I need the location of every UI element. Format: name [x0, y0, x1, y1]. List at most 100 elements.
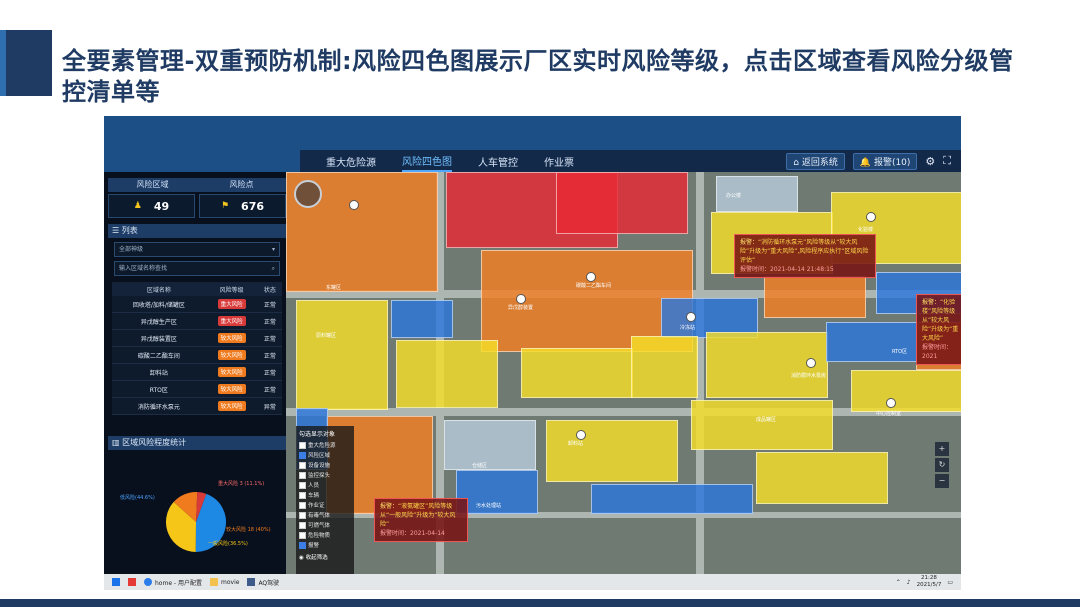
- stats-values: ♟ 49 ⚑ 676: [108, 194, 286, 218]
- layer-label: 人员: [308, 483, 320, 489]
- layer-checkbox[interactable]: [299, 441, 306, 449]
- gear-icon[interactable]: ⚙: [925, 155, 935, 168]
- risk-zone-yellow[interactable]: [396, 340, 498, 408]
- map-pin[interactable]: [866, 212, 876, 222]
- risk-zone-yellow[interactable]: [546, 420, 678, 482]
- col-risk-level[interactable]: 风险等级: [205, 282, 258, 296]
- risk-badge: 较大风险: [217, 333, 246, 343]
- taskbar-app[interactable]: home - 用户配置: [144, 578, 202, 587]
- return-system-button[interactable]: ⌂ 返回系统: [786, 152, 845, 170]
- table-row[interactable]: 碳酸二乙酯车间 较大风险 正常: [112, 346, 282, 364]
- map-pin[interactable]: [576, 430, 586, 440]
- notification-icon[interactable]: ▭: [947, 579, 953, 586]
- fullscreen-icon[interactable]: ⛶: [943, 154, 951, 168]
- layer-label: 可燃气体: [308, 523, 331, 529]
- risk-zone-yellow[interactable]: [851, 370, 961, 412]
- risk-zone-yellow[interactable]: [521, 348, 633, 398]
- zoom-in-icon[interactable]: +: [935, 442, 949, 456]
- layer-checkbox[interactable]: [299, 451, 306, 459]
- collapse-filter-button[interactable]: ◉ 收起筛选: [299, 553, 351, 561]
- layer-checkbox[interactable]: [299, 481, 306, 489]
- risk-zone-orange[interactable]: [764, 276, 866, 318]
- layer-item[interactable]: 危险物质: [299, 530, 351, 540]
- map-pin[interactable]: [516, 294, 526, 304]
- nav-risk-map[interactable]: 风险四色图: [402, 151, 452, 172]
- taskbar-app[interactable]: [128, 578, 136, 586]
- layer-item[interactable]: 可燃气体: [299, 520, 351, 530]
- nav-work-permit[interactable]: 作业票: [544, 152, 574, 171]
- map-pin[interactable]: [886, 398, 896, 408]
- folder-icon: [210, 578, 218, 586]
- table-row[interactable]: 异戊醇生产区 重大风险 正常: [112, 312, 282, 330]
- layer-label: 危险物质: [308, 533, 331, 539]
- risk-badge: 较大风险: [217, 350, 246, 360]
- zoom-out-icon[interactable]: −: [935, 474, 949, 488]
- taskbar-app[interactable]: AQ驾驶: [247, 578, 279, 587]
- level-select[interactable]: 全部神级 ▾: [114, 242, 280, 257]
- layer-item[interactable]: 车辆: [299, 490, 351, 500]
- nav-major-hazard[interactable]: 重大危险源: [326, 152, 376, 171]
- layer-item[interactable]: 有毒气体: [299, 510, 351, 520]
- risk-four-color-map[interactable]: 东罐区 异戊醇装置 碳酸二乙酯车间 消防循环水泵房 化验楼 冷冻站 RTO区 中…: [286, 172, 961, 574]
- compass-icon[interactable]: [294, 180, 322, 208]
- table-row[interactable]: RTO区 较大风险 正常: [112, 380, 282, 398]
- area-search-input[interactable]: 输入区域名称查找 ⌕: [114, 261, 280, 276]
- risk-zone-gray[interactable]: [444, 420, 536, 470]
- layer-label: 监控探头: [308, 473, 331, 479]
- top-nav: 重大危险源 风险四色图 人车管控 作业票 ⌂ 返回系统 🔔 报警(10) ⚙ ⛶: [300, 150, 961, 173]
- alarm-popup[interactable]: 报警：“液氨罐区”风险等级从“一般风险”升级为“较大风险” 报警时间：2021-…: [374, 498, 468, 542]
- slide-title: 全要素管理-双重预防机制:风险四色图展示厂区实时风险等级，点击区域查看风险分级管…: [62, 47, 1014, 106]
- layer-item[interactable]: 风险区域: [299, 450, 351, 460]
- layer-checkbox[interactable]: [299, 541, 306, 549]
- table-row[interactable]: 消防循环水泵元 较大风险 异常: [112, 397, 282, 415]
- risk-zone-blue[interactable]: [391, 300, 453, 338]
- taskbar-app[interactable]: movie: [210, 578, 239, 586]
- alarm-button[interactable]: 🔔 报警(10): [852, 152, 918, 170]
- alarm-popup[interactable]: 报警：“消防循环水泵元”风险等级从“较大风险”升级为“重大风险”,风险程序应执行…: [734, 234, 876, 278]
- nav-person-vehicle[interactable]: 人车管控: [478, 152, 518, 171]
- map-label: 中心控制室: [876, 411, 902, 417]
- system-tray: ⌃ ♪ 21:28 2021/5/7 ▭: [896, 575, 961, 589]
- layer-checkbox[interactable]: [299, 471, 306, 479]
- risk-zone-yellow[interactable]: [631, 336, 698, 398]
- layer-item[interactable]: 作业证: [299, 500, 351, 510]
- risk-zone-blue[interactable]: [826, 322, 918, 362]
- layer-checkbox[interactable]: [299, 501, 306, 509]
- list-icon: ☰: [112, 226, 122, 235]
- layer-item[interactable]: 人员: [299, 480, 351, 490]
- alarm-popup[interactable]: 报警：“化验楼”风险等级从“较大风险”升级为“重大风险” 报警时间：2021: [916, 294, 961, 365]
- layer-checkbox[interactable]: [299, 491, 306, 499]
- clock[interactable]: 21:28 2021/5/7: [917, 575, 942, 589]
- tray-icon[interactable]: ⌃: [896, 579, 901, 586]
- layer-checkbox[interactable]: [299, 531, 306, 539]
- map-pin[interactable]: [806, 358, 816, 368]
- layer-item[interactable]: 设备设施: [299, 460, 351, 470]
- col-area-name[interactable]: 区域名称: [112, 282, 206, 296]
- layer-checkbox[interactable]: [299, 521, 306, 529]
- risk-zone-yellow[interactable]: [756, 452, 888, 504]
- map-pin[interactable]: [686, 312, 696, 322]
- volume-icon[interactable]: ♪: [907, 579, 911, 586]
- risk-zone-blue[interactable]: [591, 484, 753, 514]
- map-label: RTO区: [892, 349, 908, 355]
- map-pin[interactable]: [586, 272, 596, 282]
- app-screenshot: 重大危险源 风险四色图 人车管控 作业票 ⌂ 返回系统 🔔 报警(10) ⚙ ⛶: [104, 116, 961, 590]
- col-status[interactable]: 状态: [257, 282, 282, 296]
- layer-item[interactable]: 重大危险源: [299, 440, 351, 450]
- risk-zone-yellow[interactable]: [691, 400, 833, 450]
- layer-item[interactable]: 报警: [299, 540, 351, 550]
- layer-checkbox[interactable]: [299, 511, 306, 519]
- slide-accent-stripe: [0, 30, 6, 96]
- layer-checkbox[interactable]: [299, 461, 306, 469]
- table-row[interactable]: 卸料站 较大风险 正常: [112, 363, 282, 381]
- table-row[interactable]: 异戊醇装置区 较大风险 正常: [112, 329, 282, 347]
- map-pin[interactable]: [349, 200, 359, 210]
- app-icon: [247, 578, 256, 586]
- layer-item[interactable]: 监控探头: [299, 470, 351, 480]
- start-button[interactable]: [112, 578, 120, 586]
- risk-zone-yellow[interactable]: [296, 300, 388, 410]
- flag-icon: ⚑: [220, 201, 230, 211]
- risk-zone-red[interactable]: [556, 172, 688, 234]
- table-row[interactable]: 回收塔/加料/储罐区 重大风险 正常: [112, 296, 282, 313]
- rotate-icon[interactable]: ↻: [935, 458, 949, 472]
